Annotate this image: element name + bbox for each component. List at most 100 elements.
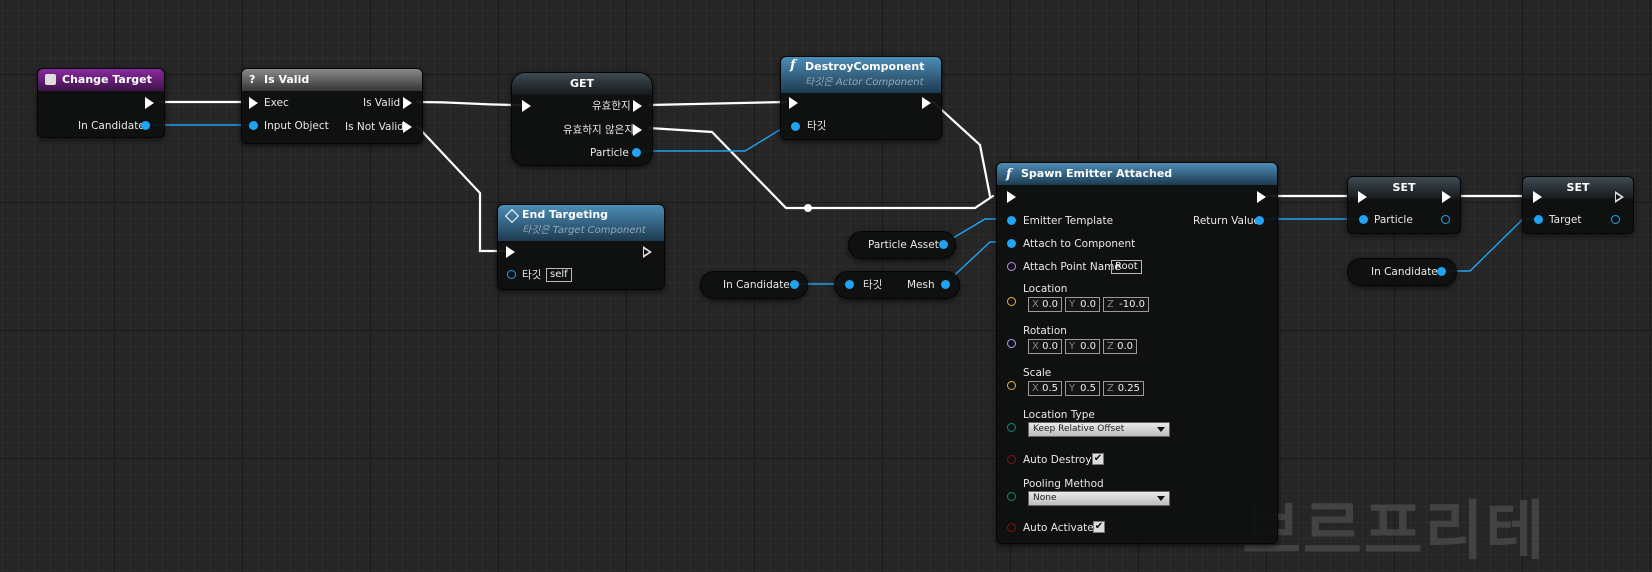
attach-point-name-pin[interactable]: [1007, 262, 1016, 271]
scale-y-value: 0.5: [1080, 383, 1096, 394]
location-x-input[interactable]: X 0.0: [1028, 297, 1062, 312]
location-type-pin[interactable]: [1007, 423, 1016, 432]
return-value-label: Return Value: [1193, 215, 1261, 227]
target-label: 타깃: [807, 120, 827, 132]
scale-z-input[interactable]: Z 0.25: [1103, 381, 1144, 396]
rotation-x-value: 0.0: [1042, 341, 1058, 352]
exec-out-outline-inner-icon: [1616, 194, 1621, 200]
target-pin[interactable]: [507, 270, 516, 279]
exec-in-pin[interactable]: [1358, 191, 1367, 203]
auto-activate-checkbox[interactable]: ✔: [1093, 521, 1105, 533]
particle-in-pin[interactable]: [1359, 215, 1368, 224]
end-targeting-header: End Targeting 타깃은 Target Component: [498, 205, 664, 241]
rotation-pin[interactable]: [1007, 339, 1016, 348]
location-pin[interactable]: [1007, 297, 1016, 306]
exec-out-pin[interactable]: [1442, 191, 1451, 203]
in-candidate-pin[interactable]: [141, 121, 150, 130]
exec-in-pin[interactable]: [506, 246, 515, 258]
exec-wire: [415, 100, 527, 107]
axis-z-label: Z: [1107, 299, 1114, 310]
data-wire: [637, 125, 787, 152]
input-object-pin[interactable]: [249, 121, 258, 130]
in-candidate-right-node[interactable]: In Candidate: [1347, 258, 1457, 286]
exec-in-pin[interactable]: [249, 97, 258, 109]
mesh-label: Mesh: [907, 279, 935, 291]
set-particle-title: SET: [1392, 181, 1416, 194]
pooling-method-label: Pooling Method: [1023, 478, 1104, 490]
set-target-node[interactable]: SET Target: [1522, 176, 1634, 234]
scale-pin[interactable]: [1007, 381, 1016, 390]
set-particle-node[interactable]: SET Particle: [1347, 176, 1461, 234]
pooling-method-dropdown[interactable]: None: [1028, 491, 1170, 506]
attach-to-component-label: Attach to Component: [1023, 238, 1136, 250]
exec-out-pin[interactable]: [1257, 191, 1266, 203]
in-candidate-out-pin[interactable]: [790, 280, 799, 289]
mesh-getter-node[interactable]: 타깃 Mesh: [834, 271, 960, 299]
end-targeting-node[interactable]: End Targeting 타깃은 Target Component 타깃 se…: [497, 204, 665, 290]
get-node[interactable]: GET 유효한지 유효하지 않은지 Particle: [511, 72, 653, 166]
in-candidate-label: In Candidate: [723, 279, 790, 291]
exec-out-pin[interactable]: [922, 97, 931, 109]
is-valid-out-label: Is Valid: [363, 97, 401, 109]
change-target-node[interactable]: Change Target In Candidate: [37, 68, 165, 138]
target-pin[interactable]: [791, 122, 800, 131]
axis-y-label: Y: [1069, 383, 1076, 394]
in-candidate-out-pin[interactable]: [1437, 267, 1446, 276]
rotation-x-input[interactable]: X 0.0: [1028, 339, 1062, 354]
location-z-input[interactable]: Z -10.0: [1103, 297, 1149, 312]
return-value-pin[interactable]: [1255, 216, 1264, 225]
target-out-pin[interactable]: [1611, 215, 1620, 224]
question-icon: ?: [249, 73, 256, 86]
exec-out-pin[interactable]: [145, 97, 154, 109]
exec-in-pin[interactable]: [522, 100, 531, 112]
is-valid-node[interactable]: ? Is Valid Exec Is Valid Input Object Is…: [241, 68, 423, 144]
particle-label: Particle: [590, 147, 629, 159]
change-target-title: Change Target: [62, 73, 152, 86]
spawn-emitter-attached-node[interactable]: f Spawn Emitter Attached Emitter Templat…: [996, 162, 1278, 544]
rotation-z-input[interactable]: Z 0.0: [1103, 339, 1137, 354]
exec-in-pin[interactable]: [1533, 191, 1542, 203]
particle-asset-node[interactable]: Particle Asset: [848, 231, 956, 259]
attach-point-name-input[interactable]: Root: [1111, 260, 1142, 274]
pooling-method-pin[interactable]: [1007, 492, 1016, 501]
self-value[interactable]: self: [546, 268, 572, 282]
is-not-valid-pin[interactable]: [403, 121, 412, 133]
particle-asset-label: Particle Asset: [868, 239, 939, 251]
exec-label: Exec: [264, 97, 289, 109]
scale-y-input[interactable]: Y 0.5: [1065, 381, 1100, 396]
location-x-value: 0.0: [1042, 299, 1058, 310]
target-pin[interactable]: [845, 280, 854, 289]
location-type-dropdown[interactable]: Keep Relative Offset: [1028, 422, 1170, 437]
target-in-pin[interactable]: [1534, 215, 1543, 224]
valid-out-pin[interactable]: [633, 100, 642, 112]
diamond-icon: [504, 208, 520, 224]
particle-out-pin[interactable]: [632, 148, 641, 157]
not-valid-out-pin[interactable]: [633, 124, 642, 136]
target-label: 타깃: [863, 279, 883, 291]
auto-destroy-checkbox[interactable]: ✔: [1092, 453, 1104, 465]
in-candidate-node[interactable]: In Candidate: [700, 271, 808, 299]
location-y-input[interactable]: Y 0.0: [1065, 297, 1100, 312]
auto-activate-pin[interactable]: [1007, 523, 1016, 532]
scale-label: Scale: [1023, 367, 1052, 379]
auto-destroy-pin[interactable]: [1007, 455, 1016, 464]
is-valid-title: Is Valid: [264, 73, 310, 86]
function-icon: f: [1006, 167, 1012, 182]
mesh-out-pin[interactable]: [941, 280, 950, 289]
chevron-down-icon: [1157, 496, 1165, 501]
destroy-component-node[interactable]: f DestroyComponent 타깃은 Actor Component 타…: [780, 56, 942, 140]
location-type-value: Keep Relative Offset: [1033, 424, 1125, 434]
not-valid-label: 유효하지 않은지: [563, 124, 634, 136]
location-z-value: -10.0: [1119, 299, 1145, 310]
exec-in-pin[interactable]: [1007, 191, 1016, 203]
rotation-y-input[interactable]: Y 0.0: [1065, 339, 1100, 354]
scale-x-input[interactable]: X 0.5: [1028, 381, 1062, 396]
emitter-template-pin[interactable]: [1007, 216, 1016, 225]
exec-wire: [415, 124, 507, 253]
particle-asset-out-pin[interactable]: [939, 240, 948, 249]
attach-to-component-pin[interactable]: [1007, 239, 1016, 248]
particle-out-pin[interactable]: [1441, 215, 1450, 224]
is-valid-out-pin[interactable]: [403, 97, 412, 109]
axis-y-label: Y: [1069, 341, 1076, 352]
exec-in-pin[interactable]: [789, 97, 798, 109]
